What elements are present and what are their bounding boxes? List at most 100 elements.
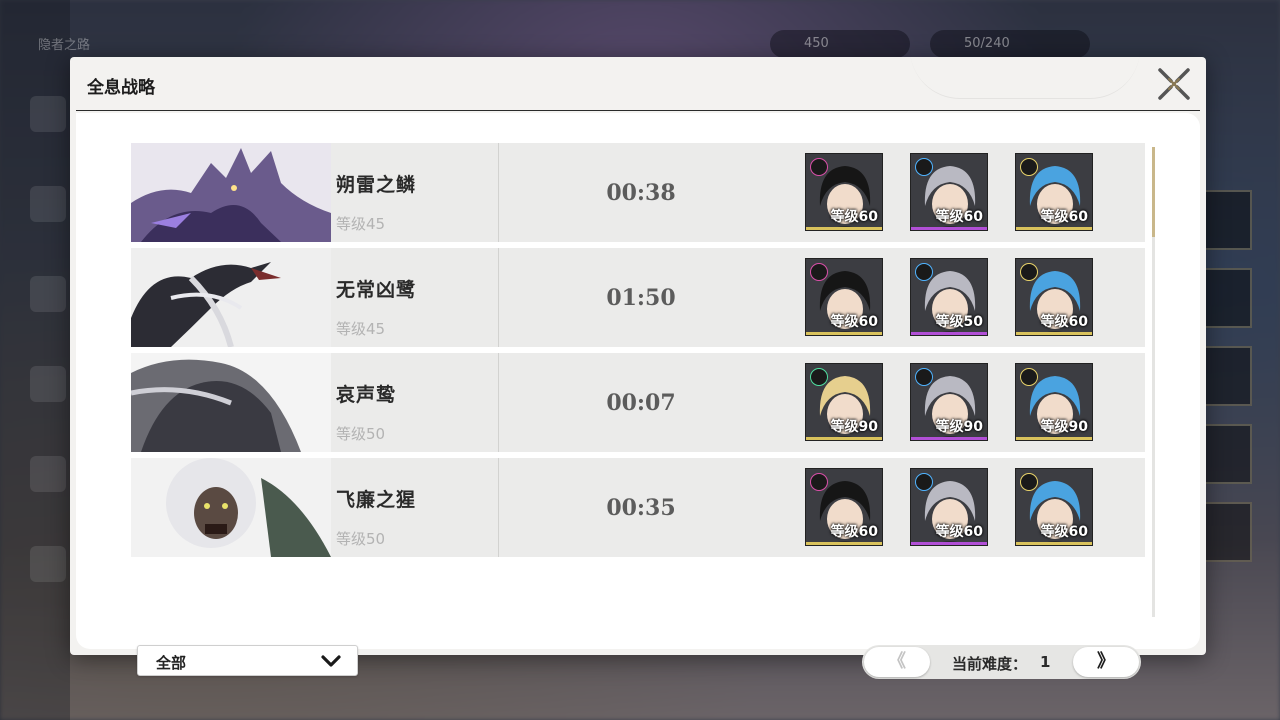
character-level: 等级90 bbox=[830, 419, 878, 435]
chevron-left-icon: 《 bbox=[888, 651, 906, 672]
rarity-bar bbox=[911, 542, 987, 545]
dialog-title: 全息战略 bbox=[87, 78, 155, 98]
nav-icon bbox=[30, 96, 66, 132]
nav-icon bbox=[30, 546, 66, 582]
clear-time: 00:35 bbox=[606, 495, 676, 521]
rarity-bar bbox=[806, 437, 882, 440]
spectro-element-icon bbox=[1020, 368, 1038, 386]
rarity-bar bbox=[1016, 227, 1092, 230]
background-card bbox=[1202, 346, 1252, 406]
background-card bbox=[1202, 424, 1252, 484]
team-member-avatar[interactable]: 等级60 bbox=[805, 258, 883, 336]
background-right-cards bbox=[1202, 190, 1252, 580]
aero-element-icon bbox=[810, 368, 828, 386]
boss-name: 无常凶鹭 bbox=[336, 279, 417, 301]
clear-time: 00:07 bbox=[606, 390, 676, 416]
background-title: 隐者之路 bbox=[38, 38, 91, 53]
boss-record-list[interactable]: 朔雷之鳞 等级45 00:38 等级60 等级60 等级60 无常凶鹭 等级45 01:50 等级… bbox=[131, 143, 1145, 615]
rarity-bar bbox=[911, 437, 987, 440]
boss-level: 等级50 bbox=[336, 425, 386, 443]
dialog-header: 全息战略 bbox=[70, 57, 1206, 111]
team-member-avatar[interactable]: 等级60 bbox=[910, 468, 988, 546]
rarity-bar bbox=[806, 542, 882, 545]
character-level: 等级60 bbox=[830, 314, 878, 330]
boss-name: 飞廉之猩 bbox=[336, 489, 417, 511]
team-member-avatar[interactable]: 等级50 bbox=[910, 258, 988, 336]
team-member-avatar[interactable]: 等级60 bbox=[805, 468, 883, 546]
rarity-bar bbox=[1016, 332, 1092, 335]
boss-portrait bbox=[131, 458, 331, 557]
row-divider bbox=[498, 143, 499, 242]
team-member-avatar[interactable]: 等级60 bbox=[910, 153, 988, 231]
holographic-strategy-dialog: 全息战略 朔雷之鳞 等级45 00:38 等级60 等级60 等级60 无常凶鹭 等级45 01… bbox=[70, 57, 1206, 679]
team-member-avatar[interactable]: 等级60 bbox=[1015, 468, 1093, 546]
boss-level: 等级50 bbox=[336, 530, 386, 548]
boss-row[interactable]: 飞廉之猩等级50 00:35 等级60 等级60 等级60 bbox=[131, 458, 1145, 557]
glacio-element-icon bbox=[915, 158, 933, 176]
content-panel: 朔雷之鳞 等级45 00:38 等级60 等级60 等级60 无常凶鹭 等级45 01:50 等级… bbox=[76, 113, 1200, 679]
spectro-element-icon bbox=[1020, 263, 1038, 281]
filter-selected-value: 全部 bbox=[156, 654, 187, 672]
previous-difficulty-button[interactable]: 《 bbox=[864, 647, 930, 677]
glacio-element-icon bbox=[915, 368, 933, 386]
team-member-avatar[interactable]: 等级60 bbox=[1015, 153, 1093, 231]
glacio-element-icon bbox=[915, 263, 933, 281]
close-x-icon bbox=[1158, 68, 1190, 100]
clear-time: 01:50 bbox=[606, 285, 676, 311]
boss-row[interactable]: 哀声鸷等级50 00:07 等级90 等级90 等级90 bbox=[131, 353, 1145, 452]
list-scrollbar[interactable] bbox=[1152, 147, 1155, 617]
character-level: 等级60 bbox=[935, 209, 983, 225]
boss-name: 朔雷之鳞 bbox=[336, 174, 417, 196]
team-member-avatar[interactable]: 等级90 bbox=[1015, 363, 1093, 441]
header-decoration bbox=[910, 49, 1140, 99]
nav-icon bbox=[30, 186, 66, 222]
character-level: 等级50 bbox=[935, 314, 983, 330]
chevron-down-icon bbox=[321, 655, 341, 667]
character-level: 等级60 bbox=[1040, 524, 1088, 540]
background-side-nav bbox=[0, 0, 70, 720]
havoc-element-icon bbox=[810, 158, 828, 176]
difficulty-label: 当前难度： bbox=[952, 655, 1028, 673]
row-divider bbox=[498, 458, 499, 557]
boss-level: 等级45 bbox=[336, 215, 386, 233]
team-member-avatar[interactable]: 等级60 bbox=[1015, 258, 1093, 336]
spectro-element-icon bbox=[1020, 158, 1038, 176]
rarity-bar bbox=[911, 332, 987, 335]
team-member-avatar[interactable]: 等级90 bbox=[910, 363, 988, 441]
glacio-element-icon bbox=[915, 473, 933, 491]
header-divider bbox=[76, 110, 1200, 111]
rarity-bar bbox=[911, 227, 987, 230]
next-difficulty-button[interactable]: 》 bbox=[1073, 647, 1139, 677]
background-card bbox=[1202, 268, 1252, 328]
nav-icon bbox=[30, 366, 66, 402]
close-button[interactable] bbox=[1156, 66, 1192, 102]
currency-pill: 450 bbox=[770, 30, 910, 58]
clear-time: 00:38 bbox=[606, 180, 676, 206]
filter-dropdown[interactable]: 全部 bbox=[137, 645, 358, 676]
character-level: 等级60 bbox=[1040, 314, 1088, 330]
scrollbar-thumb[interactable] bbox=[1152, 147, 1155, 237]
character-level: 等级90 bbox=[1040, 419, 1088, 435]
boss-row[interactable]: 无常凶鹭等级45 01:50 等级60 等级50 等级60 bbox=[131, 248, 1145, 347]
nav-icon bbox=[30, 276, 66, 312]
rarity-bar bbox=[1016, 542, 1092, 545]
team-member-avatar[interactable]: 等级90 bbox=[805, 363, 883, 441]
chevron-right-icon: 》 bbox=[1097, 651, 1115, 672]
havoc-element-icon bbox=[810, 263, 828, 281]
character-level: 等级60 bbox=[830, 209, 878, 225]
boss-name: 哀声鸷 bbox=[336, 384, 397, 406]
character-level: 等级60 bbox=[1040, 209, 1088, 225]
boss-portrait bbox=[131, 143, 331, 242]
boss-level: 等级45 bbox=[336, 320, 386, 338]
rarity-bar bbox=[806, 227, 882, 230]
row-divider bbox=[498, 248, 499, 347]
difficulty-value: 1 bbox=[1040, 653, 1051, 671]
boss-portrait bbox=[131, 353, 331, 452]
background-card bbox=[1202, 190, 1252, 250]
boss-portrait bbox=[131, 248, 331, 347]
row-divider bbox=[498, 353, 499, 452]
boss-row[interactable]: 朔雷之鳞等级45 00:38 等级60 等级60 等级60 bbox=[131, 143, 1145, 242]
background-card bbox=[1202, 502, 1252, 562]
spectro-element-icon bbox=[1020, 473, 1038, 491]
team-member-avatar[interactable]: 等级60 bbox=[805, 153, 883, 231]
